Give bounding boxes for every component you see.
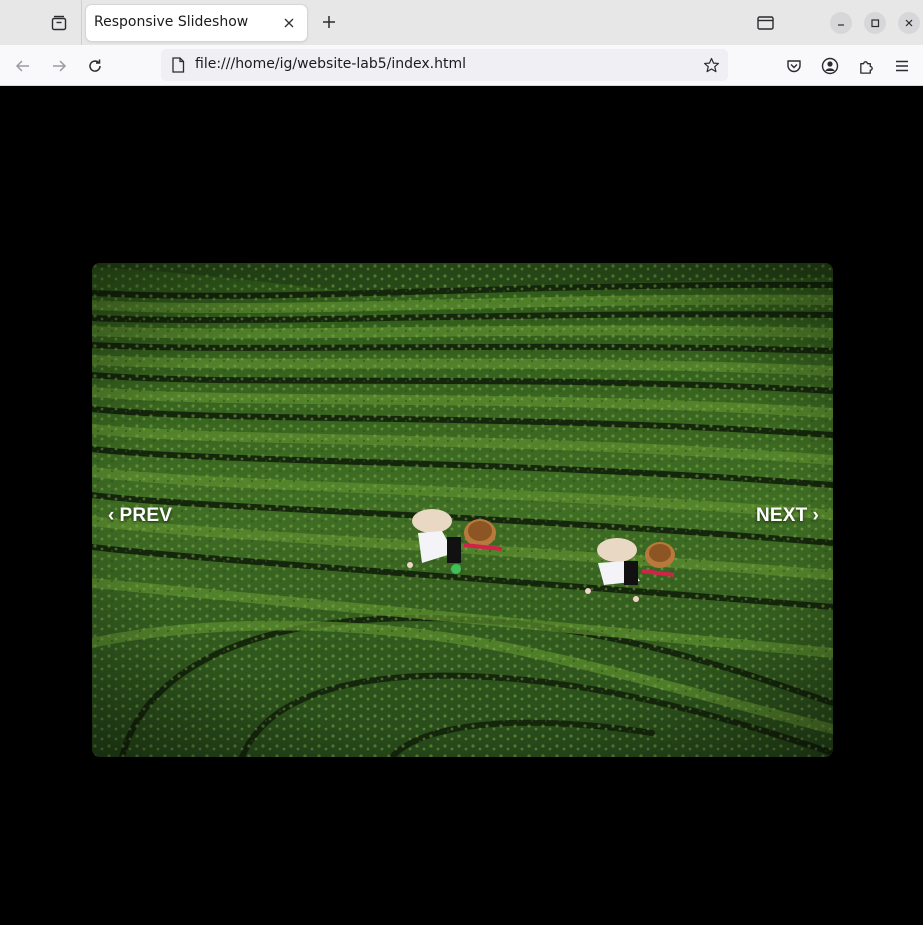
tab-list-icon [51,15,67,31]
bookmark-button[interactable] [700,54,722,76]
bookmark-star-icon [703,57,719,72]
maximize-icon [871,19,880,28]
slide-image [92,263,833,757]
back-button[interactable] [9,52,37,80]
tab-title: Responsive Slideshow [94,14,249,30]
tab-close-button[interactable] [279,13,299,33]
pocket-icon [787,60,801,73]
forward-icon [53,60,67,72]
window-overview-button[interactable] [752,10,778,36]
url-text[interactable]: file:///home/ig/website-lab5/index.html [195,56,466,72]
slideshow-container: ‹ PREV NEXT › [92,263,833,757]
app-menu-button[interactable] [888,52,916,80]
reload-button[interactable] [81,52,109,80]
menu-icon [896,60,908,72]
next-slide-button[interactable]: NEXT › [756,505,819,527]
active-tab[interactable]: Responsive Slideshow [86,5,307,41]
chevron-left-icon: ‹ [108,505,115,526]
next-label: NEXT [755,505,808,526]
pocket-button[interactable] [780,52,808,80]
navigation-toolbar: file:///home/ig/website-lab5/index.html [0,45,923,86]
window-close-icon [905,19,913,27]
maximize-button[interactable] [864,12,886,34]
tab-separator [81,0,82,45]
tab-list-button[interactable] [44,8,74,38]
new-tab-button[interactable] [316,9,342,35]
back-icon [15,60,29,72]
account-button[interactable] [816,52,844,80]
plus-icon [323,16,335,28]
extensions-icon [859,60,873,74]
tab-bar: Responsive Slideshow [0,0,923,45]
prev-label: PREV [119,505,173,526]
window-close-button[interactable] [898,12,920,34]
page-icon [169,56,187,74]
close-icon [284,18,294,28]
extensions-button[interactable] [852,52,880,80]
page-viewport: ‹ PREV NEXT › [0,86,923,925]
minimize-button[interactable] [830,12,852,34]
reload-icon [89,59,101,72]
overview-icon [756,16,774,30]
forward-button[interactable] [45,52,73,80]
address-bar[interactable]: file:///home/ig/website-lab5/index.html [161,49,728,81]
prev-slide-button[interactable]: ‹ PREV [108,505,172,527]
chevron-right-icon: › [812,505,819,526]
minimize-icon [838,24,844,26]
account-icon [821,57,839,75]
